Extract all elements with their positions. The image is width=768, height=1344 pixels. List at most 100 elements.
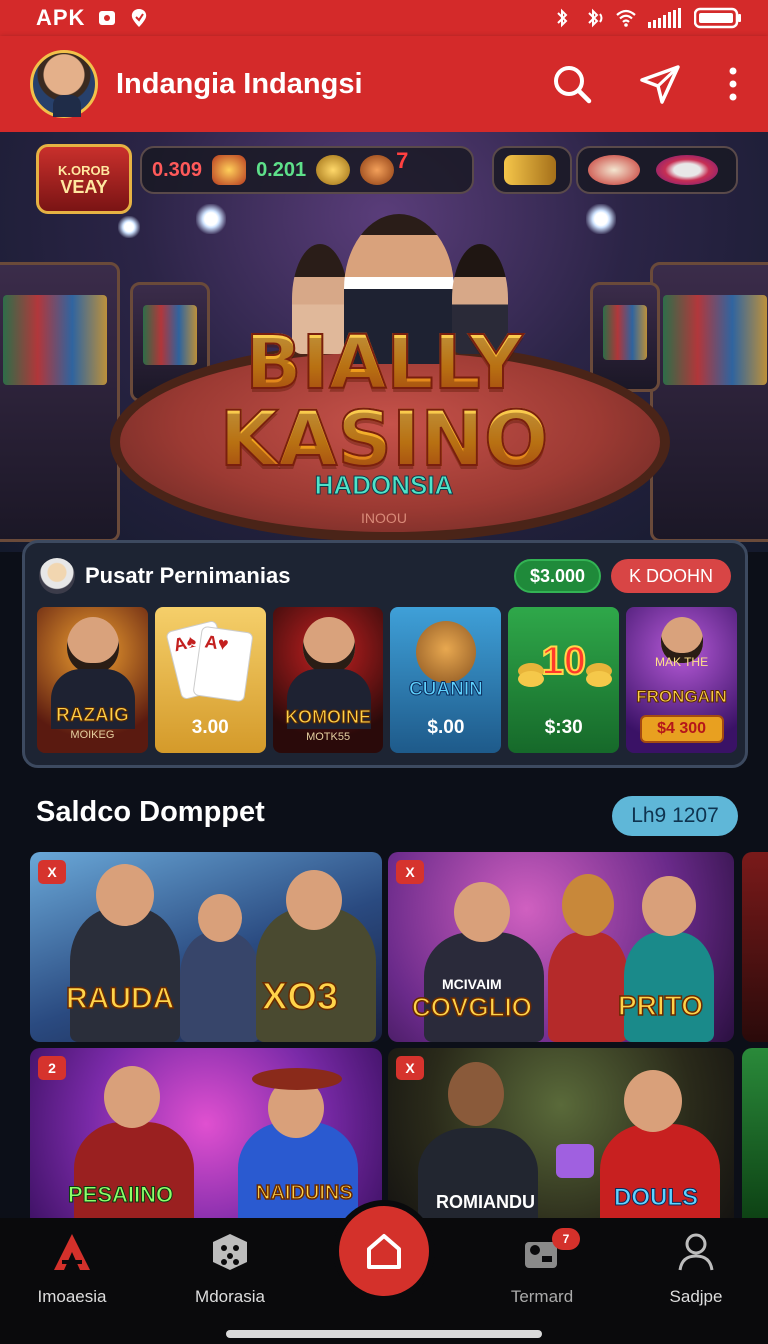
nav-label: Imoaesia [37,1287,107,1306]
game-card[interactable]: KOMOINE MOTK55 [272,607,384,753]
badge-line2: VEAY [60,177,108,197]
battery-icon [694,7,741,29]
game-center-panel: Pusatr Pernimanias $3.000 K DOOHN RAZAIG… [22,540,748,768]
promo-figure-head [96,864,154,926]
location-icon [132,9,147,27]
game-card[interactable]: A♠ A♥ 3.00 [154,607,266,753]
hud-value-2: 0.201 [256,158,307,181]
nav-item-home-a[interactable]: Imoaesia [2,1232,142,1307]
signal-icon [648,8,681,28]
game-card[interactable]: RAZAIG MOIKEG [37,607,148,753]
game-subtitle: MAK THE [654,655,709,669]
game-subtitle: MOTK55 [306,731,351,743]
game-figure [67,617,119,673]
promo-figure-head [642,876,696,936]
playing-card-icon: A♥ [192,625,254,703]
casino-logo-badge: K.OROB VEAY [36,144,132,214]
spotlight-icon [586,204,616,234]
promo-name-right: PRITO [617,989,704,1022]
bluetooth-icon [557,8,568,28]
hud-item-horn[interactable] [492,146,572,194]
promo-name-top: MCIVAIM [442,976,502,992]
promo-figure-head [198,894,242,942]
mascot-icon [416,621,477,683]
promo-card-partial[interactable] [742,1048,768,1238]
game-name: FRONGAIN [636,687,728,707]
orb-icon [360,155,395,185]
promo-figure-head [286,870,342,930]
brand-a-icon [54,1234,90,1270]
wallet-pill[interactable]: Lh9 1207 [612,796,738,836]
promo-figure [624,932,714,1042]
game-figure [302,617,355,673]
home-button[interactable] [339,1206,429,1296]
promo-card[interactable]: X ROMIANDU DOULS [388,1048,734,1238]
hud-balance-bar: 0.309 0.201 7 [140,146,474,194]
status-bar: APK [0,0,768,36]
balance-pill[interactable]: $3.000 [513,559,601,593]
promo-card[interactable]: X MCIVAIM COVGLIO PRITO [388,852,734,1042]
game-card[interactable]: MAK THE FRONGAIN $4 300 [626,607,737,753]
game-card[interactable]: 10 $:30 [508,607,620,753]
spotlight-icon [118,216,140,238]
game-center-title: Pusatr Pernimanias [85,563,291,588]
nav-label: Mdorasia [195,1287,265,1306]
hud-item-rewards[interactable] [576,146,738,194]
promo-name-right: DOULS [614,1184,699,1212]
carrier-label: APK [36,5,86,30]
game-name: RAZAIG [56,705,130,727]
promo-figure [548,932,628,1042]
game-price: 3.00 [191,717,229,738]
nav-item-games[interactable]: Mdorasia [160,1232,300,1307]
promo-tag: X [38,860,66,884]
horn-icon [504,155,556,185]
profile-icon [678,1233,714,1271]
app-title: Indangia Indangsi [116,67,363,100]
hud-value-1: 0.309 [152,158,203,181]
promo-name-left: PESAIINO [67,1182,174,1208]
game-name: CUANIN [408,679,483,701]
home-indicator[interactable] [226,1330,542,1338]
promo-tag: X [396,860,424,884]
nav-label: Termard [510,1287,574,1306]
action-pill[interactable]: K DOOHN [611,559,731,593]
promo-tag: X [396,1056,424,1080]
home-icon [367,1234,401,1269]
promo-card[interactable]: 2 PESAIINO NAIDUINS [30,1048,382,1238]
game-name: KOMOINE [285,707,372,728]
chip-tray-icon [656,155,718,185]
user-avatar[interactable] [30,50,98,118]
hero-subtitle: HADONSIA [314,470,454,501]
nav-label: Sadjpe [669,1287,723,1306]
promo-name-right: XO3 [261,975,339,1019]
search-icon[interactable] [552,64,592,104]
promo-name-left: RAUDA [65,981,175,1016]
chips-icon [588,155,640,185]
hero-banner[interactable]: BIALLY KASINO HADONSIA INOOU K.OROB VEAY… [0,132,768,552]
promo-figure [180,932,260,1042]
gallery-icon [99,11,116,25]
wifi-icon [616,9,636,27]
promo-figure [70,908,180,1042]
coin-icon [316,155,351,185]
more-options-icon[interactable] [728,67,738,101]
notification-badge: 7 [552,1228,580,1250]
mascot-icon [39,558,75,594]
nav-item-inbox[interactable]: Termard [472,1232,612,1307]
promo-tag: 2 [38,1056,66,1080]
send-icon[interactable] [640,64,680,104]
game-price: $.00 [427,717,465,738]
game-card[interactable]: CUANIN $.00 [390,607,502,753]
game-price: $4 300 [657,720,707,737]
game-subtitle: MOIKEG [70,729,115,741]
promo-figure-head [454,882,510,942]
promo-figure-head [624,1070,682,1132]
promo-card-partial[interactable] [742,852,768,1042]
coins-icon [518,671,545,687]
crown-icon [212,155,247,185]
hud-badge: 7 [396,148,409,173]
game-price: $:30 [544,717,583,738]
app-bar: Indangia Indangsi [0,36,768,132]
promo-card[interactable]: X RAUDA XO3 [30,852,382,1042]
nav-item-profile[interactable]: Sadjpe [626,1232,766,1307]
